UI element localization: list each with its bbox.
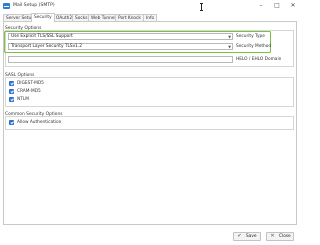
security-method-select[interactable]: Transport Layer Security TLSv1.2 ▼ — [8, 43, 233, 50]
maximize-button[interactable]: □ — [270, 1, 284, 10]
tab-security[interactable]: Security — [31, 13, 55, 22]
security-type-label: Security Type — [236, 34, 265, 39]
sasl-options-group — [5, 77, 294, 107]
security-method-label: Security Method — [236, 44, 272, 49]
minimize-button[interactable]: – — [254, 1, 268, 10]
checkmark-icon: ✔ — [237, 233, 242, 239]
common-security-options-title: Common Security Options — [5, 112, 63, 117]
chevron-down-icon: ▼ — [228, 35, 231, 39]
cram-md5-label: CRAM-MD5 — [17, 89, 41, 94]
close-button[interactable]: ✕ Close — [266, 232, 294, 241]
window-title: Mail Setup (SMTP) — [13, 3, 55, 8]
text-cursor-icon — [200, 3, 203, 11]
mail-icon — [3, 3, 10, 9]
save-button-label: Save — [246, 234, 257, 239]
security-type-select[interactable]: Use Explicit TLS/SSL Support ▼ — [8, 33, 233, 40]
sasl-options-title: SASL Options — [5, 73, 35, 78]
close-window-button[interactable]: ✕ — [286, 1, 300, 10]
helo-domain-input[interactable] — [8, 56, 233, 63]
title-bar: Mail Setup (SMTP) – □ ✕ — [0, 0, 300, 12]
helo-domain-label: HELO / EHLO Domain — [236, 57, 282, 62]
security-type-value: Use Explicit TLS/SSL Support — [11, 34, 73, 39]
cram-md5-checkbox[interactable] — [9, 89, 14, 94]
close-icon: ✕ — [270, 233, 275, 239]
save-button[interactable]: ✔ Save — [233, 232, 261, 241]
ntlm-checkbox[interactable] — [9, 97, 14, 102]
mail-setup-window: Mail Setup (SMTP) – □ ✕ Server Setup Sec… — [0, 0, 300, 245]
digest-md5-label: DIGEST-MD5 — [17, 81, 44, 86]
allow-authentication-checkbox[interactable] — [9, 120, 14, 125]
ntlm-label: NTLM — [17, 97, 29, 102]
digest-md5-checkbox[interactable] — [9, 81, 14, 86]
close-button-label: Close — [279, 234, 291, 239]
security-method-value: Transport Layer Security TLSv1.2 — [11, 44, 83, 49]
chevron-down-icon: ▼ — [228, 45, 231, 49]
allow-authentication-label: Allow Authentication — [17, 120, 62, 125]
